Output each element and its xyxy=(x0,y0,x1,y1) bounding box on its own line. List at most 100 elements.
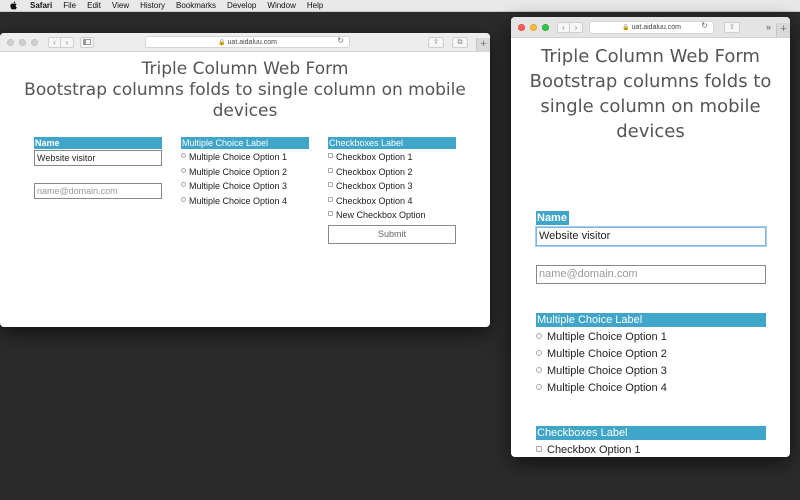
multiple-choice-label: Multiple Choice Label xyxy=(536,313,766,327)
radio-option-label: Multiple Choice Option 2 xyxy=(189,166,288,177)
menu-window[interactable]: Window xyxy=(267,1,295,10)
email-input[interactable]: name@domain.com xyxy=(34,183,162,199)
menu-view[interactable]: View xyxy=(112,1,129,10)
new-tab-button[interactable]: + xyxy=(476,38,490,52)
lock-icon: 🔒 xyxy=(218,39,226,46)
address-bar[interactable]: 🔒 uat.aidaluu.com ↻ xyxy=(145,36,350,48)
column-multiple-choice: Multiple Choice Label Multiple Choice Op… xyxy=(181,137,309,210)
radio-option[interactable]: Multiple Choice Option 3 xyxy=(181,181,309,196)
lock-icon: 🔒 xyxy=(622,25,630,31)
checkbox-option[interactable]: Checkbox Option 2 xyxy=(328,167,456,182)
radio-option[interactable]: Multiple Choice Option 3 xyxy=(536,365,766,382)
page-title-line1: Triple Column Web Form xyxy=(141,59,349,79)
checkbox-option[interactable]: Checkbox Option 3 xyxy=(328,181,456,196)
radio-option-label: Multiple Choice Option 2 xyxy=(547,348,667,360)
radio-option[interactable]: Multiple Choice Option 1 xyxy=(181,152,309,167)
checkbox-option[interactable]: Checkbox Option 1 xyxy=(328,152,456,167)
address-url: uat.aidaluu.com xyxy=(227,38,277,46)
column-checkboxes: Checkboxes Label Checkbox Option 1 Check… xyxy=(328,137,456,244)
checkbox[interactable] xyxy=(328,153,333,158)
radio-option-label: Multiple Choice Option 3 xyxy=(189,181,288,191)
apple-icon[interactable] xyxy=(10,1,18,10)
radio-button[interactable] xyxy=(181,196,186,202)
checkbox-option-label: New Checkbox Option xyxy=(336,210,426,220)
radio-option-label: Multiple Choice Option 3 xyxy=(547,365,667,377)
window-controls xyxy=(518,23,549,31)
close-window-button[interactable] xyxy=(7,38,14,46)
checkbox[interactable] xyxy=(328,211,333,216)
forward-button[interactable]: › xyxy=(570,21,583,33)
reload-icon[interactable]: ↻ xyxy=(701,21,708,30)
page-title: Triple Column Web Form Bootstrap columns… xyxy=(529,46,772,142)
name-input[interactable]: Website visitor xyxy=(536,227,766,246)
radio-option[interactable]: Multiple Choice Option 1 xyxy=(536,331,766,348)
checkbox-option-label: Checkbox Option 3 xyxy=(336,181,413,191)
checkbox-option[interactable]: Checkbox Option 4 xyxy=(328,196,456,211)
radio-option[interactable]: Multiple Choice Option 4 xyxy=(536,382,766,399)
menu-develop[interactable]: Develop xyxy=(227,1,256,10)
radio-button[interactable] xyxy=(181,153,186,158)
name-label: Name xyxy=(34,137,162,149)
share-button[interactable]: ⇧ xyxy=(428,37,444,48)
page-content: Triple Column Web Form Bootstrap columns… xyxy=(0,52,490,244)
radio-option[interactable]: Multiple Choice Option 4 xyxy=(181,196,309,211)
radio-option-label: Multiple Choice Option 4 xyxy=(189,195,288,206)
radio-button[interactable] xyxy=(181,182,186,187)
address-bar[interactable]: 🔒 uat.aidaluu.com ↻ xyxy=(589,21,714,34)
page-title: Triple Column Web Form Bootstrap columns… xyxy=(0,52,490,122)
checkbox[interactable] xyxy=(536,446,542,452)
close-window-button[interactable] xyxy=(518,23,525,31)
checkbox-option-label: Checkbox Option 1 xyxy=(336,152,413,162)
radio-option-label: Multiple Choice Option 4 xyxy=(547,382,667,394)
browser-window-desktop: ‹ › 🔒 uat.aidaluu.com ↻ ⇧ ⧉ + Triple Col… xyxy=(0,33,490,327)
browser-toolbar: ‹ › 🔒 uat.aidaluu.com ↻ ⇧ » + xyxy=(511,17,790,38)
menu-history[interactable]: History xyxy=(140,1,165,10)
email-input[interactable]: name@domain.com xyxy=(536,265,766,284)
minimize-window-button[interactable] xyxy=(19,38,26,46)
sidebar-toggle-button[interactable] xyxy=(80,36,94,48)
radio-button[interactable] xyxy=(536,333,542,339)
nav-buttons: ‹ › xyxy=(48,36,74,48)
new-tab-button[interactable]: + xyxy=(776,23,790,37)
radio-option-label: Multiple Choice Option 1 xyxy=(189,152,288,162)
checkbox[interactable] xyxy=(328,196,333,202)
share-button[interactable]: ⇧ xyxy=(724,22,740,33)
radio-button[interactable] xyxy=(536,384,542,390)
radio-option[interactable]: Multiple Choice Option 2 xyxy=(181,167,309,182)
zoom-window-button[interactable] xyxy=(31,38,38,46)
checkbox-option-label: Checkbox Option 4 xyxy=(336,195,413,206)
menu-bookmarks[interactable]: Bookmarks xyxy=(176,1,216,10)
radio-button[interactable] xyxy=(181,167,186,173)
zoom-window-button[interactable] xyxy=(542,23,549,31)
radio-button[interactable] xyxy=(536,367,542,373)
name-input[interactable]: Website visitor xyxy=(34,150,162,166)
menu-app-name[interactable]: Safari xyxy=(30,1,52,10)
page-content: Triple Column Web Form Bootstrap columns… xyxy=(511,38,790,456)
minimize-window-button[interactable] xyxy=(530,23,537,31)
checkbox[interactable] xyxy=(328,167,333,173)
chevron-more-icon[interactable]: » xyxy=(766,22,771,32)
back-button[interactable]: ‹ xyxy=(48,36,61,48)
checkbox-option-label: Checkbox Option 1 xyxy=(547,444,641,456)
menu-edit[interactable]: Edit xyxy=(87,1,101,10)
radio-option[interactable]: Multiple Choice Option 2 xyxy=(536,348,766,365)
forward-button[interactable]: › xyxy=(61,36,74,48)
checkbox-option[interactable]: New Checkbox Option xyxy=(328,210,456,225)
browser-toolbar: ‹ › 🔒 uat.aidaluu.com ↻ ⇧ ⧉ + xyxy=(0,33,490,52)
tabs-overview-button[interactable]: ⧉ xyxy=(452,37,468,48)
menu-bar: Safari File Edit View History Bookmarks … xyxy=(0,0,800,12)
submit-button[interactable]: Submit xyxy=(328,224,456,244)
reload-icon[interactable]: ↻ xyxy=(337,36,344,45)
radio-button[interactable] xyxy=(536,350,542,356)
checkbox[interactable] xyxy=(328,182,333,187)
checkbox-option-label: Checkbox Option 2 xyxy=(336,166,413,177)
nav-buttons: ‹ › xyxy=(557,21,583,33)
back-button[interactable]: ‹ xyxy=(557,21,570,33)
checkbox-option[interactable]: Checkbox Option 1 xyxy=(536,444,766,457)
mobile-form-column: Name Website visitor name@domain.com Mul… xyxy=(536,208,766,457)
radio-option-label: Multiple Choice Option 1 xyxy=(547,331,667,343)
menu-file[interactable]: File xyxy=(63,1,76,10)
name-label: Name xyxy=(536,211,569,225)
menu-help[interactable]: Help xyxy=(307,1,323,10)
window-controls xyxy=(7,38,38,46)
